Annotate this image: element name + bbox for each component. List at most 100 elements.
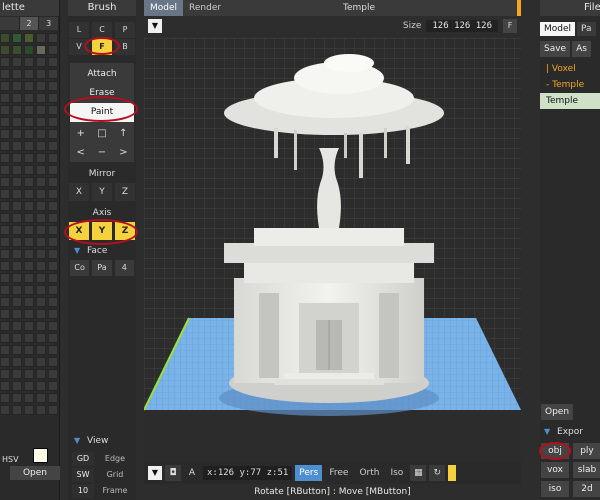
palette-swatch[interactable] (36, 105, 46, 115)
palette-swatch[interactable] (12, 333, 22, 343)
palette-swatch[interactable] (36, 261, 46, 271)
tree-item-voxel[interactable]: | Voxel (540, 61, 600, 77)
palette-swatch[interactable] (36, 201, 46, 211)
palette-swatch[interactable] (12, 117, 22, 127)
palette-swatch[interactable] (36, 141, 46, 151)
palette-swatch[interactable] (12, 405, 22, 415)
palette-swatch[interactable] (12, 141, 22, 151)
palette-swatch[interactable] (0, 225, 10, 235)
chevron-right-icon[interactable]: > (113, 143, 134, 162)
palette-swatch[interactable] (0, 321, 10, 331)
palette-swatch[interactable] (12, 105, 22, 115)
palette-swatch[interactable] (48, 57, 58, 67)
palette-swatch[interactable] (12, 45, 22, 55)
palette-swatch[interactable] (36, 93, 46, 103)
palette-swatch[interactable] (0, 273, 10, 283)
palette-swatch[interactable] (12, 345, 22, 355)
save-as-button[interactable]: As (572, 41, 591, 57)
palette-swatch[interactable] (48, 321, 58, 331)
palette-swatch[interactable] (48, 81, 58, 91)
palette-swatch[interactable] (0, 357, 10, 367)
palette-swatch[interactable] (24, 237, 34, 247)
view-row-grid[interactable]: SW Grid (72, 468, 134, 482)
tree-item-temple[interactable]: Temple (540, 93, 600, 109)
palette-swatch[interactable] (24, 225, 34, 235)
palette-swatch[interactable] (24, 357, 34, 367)
projection-iso[interactable]: Iso (386, 465, 407, 481)
palette-swatch[interactable] (24, 81, 34, 91)
palette-swatch[interactable] (12, 357, 22, 367)
palette-swatch[interactable] (24, 273, 34, 283)
palette-swatch[interactable] (12, 33, 22, 43)
size-input[interactable]: 126 126 126 (426, 20, 498, 32)
palette-swatch[interactable] (0, 213, 10, 223)
palette-swatch[interactable] (24, 345, 34, 355)
palette-swatch[interactable] (0, 153, 10, 163)
dropdown-triangle-icon[interactable]: ▼ (148, 19, 162, 33)
grid-view-icon[interactable]: ▦ (410, 465, 427, 481)
palette-swatch[interactable] (12, 93, 22, 103)
palette-swatch[interactable] (0, 393, 10, 403)
palette-swatch[interactable] (48, 345, 58, 355)
file-open-button[interactable]: Open (541, 404, 574, 420)
brush-mode-l[interactable]: L (69, 22, 89, 38)
palette-swatch[interactable] (36, 213, 46, 223)
palette-swatch[interactable] (36, 177, 46, 187)
tool-paint-button[interactable]: Paint (70, 103, 134, 122)
palette-swatch[interactable] (12, 153, 22, 163)
palette-swatch[interactable] (48, 225, 58, 235)
palette-swatch[interactable] (12, 69, 22, 79)
palette-swatch[interactable] (36, 393, 46, 403)
palette-swatch[interactable] (0, 117, 10, 127)
palette-swatch[interactable] (24, 165, 34, 175)
projection-pers[interactable]: Pers (295, 465, 323, 481)
palette-swatch[interactable] (0, 129, 10, 139)
palette-swatch[interactable] (36, 381, 46, 391)
palette-swatch[interactable] (36, 369, 46, 379)
palette-swatch[interactable] (36, 69, 46, 79)
palette-swatch[interactable] (36, 57, 46, 67)
palette-swatch[interactable] (0, 81, 10, 91)
palette-swatch[interactable] (36, 45, 46, 55)
palette-swatch[interactable] (48, 369, 58, 379)
palette-swatch[interactable] (24, 309, 34, 319)
palette-swatch[interactable] (36, 309, 46, 319)
palette-swatch[interactable] (12, 129, 22, 139)
palette-swatch[interactable] (12, 261, 22, 271)
palette-swatch[interactable] (12, 57, 22, 67)
palette-swatch[interactable] (12, 369, 22, 379)
minus-icon[interactable]: − (91, 143, 112, 162)
palette-swatch[interactable] (36, 189, 46, 199)
palette-swatch[interactable] (36, 321, 46, 331)
palette-swatch[interactable] (24, 213, 34, 223)
palette-swatch[interactable] (48, 273, 58, 283)
color-indicator[interactable] (448, 465, 457, 481)
palette-swatch[interactable] (48, 201, 58, 211)
palette-swatch[interactable] (0, 345, 10, 355)
palette-swatch[interactable] (24, 69, 34, 79)
axis-x-button[interactable]: X (69, 222, 89, 240)
palette-swatch[interactable] (36, 81, 46, 91)
palette-tab-1[interactable] (0, 17, 20, 30)
palette-swatch[interactable] (12, 225, 22, 235)
palette-swatch[interactable] (48, 381, 58, 391)
file-tab-model[interactable]: Model (540, 22, 576, 36)
palette-swatch[interactable] (24, 285, 34, 295)
palette-swatch[interactable] (24, 261, 34, 271)
palette-swatch[interactable] (12, 201, 22, 211)
palette-swatch[interactable] (0, 237, 10, 247)
palette-swatch[interactable] (48, 309, 58, 319)
tool-attach-button[interactable]: Attach (70, 65, 134, 84)
palette-swatch[interactable] (24, 201, 34, 211)
palette-swatch[interactable] (36, 225, 46, 235)
palette-swatch[interactable] (24, 393, 34, 403)
palette-swatch[interactable] (48, 141, 58, 151)
palette-swatch[interactable] (48, 129, 58, 139)
face-co-button[interactable]: Co (70, 260, 90, 276)
palette-swatch[interactable] (12, 165, 22, 175)
brush-mode-c[interactable]: C (92, 22, 112, 38)
palette-swatch[interactable] (0, 45, 10, 55)
mirror-y-button[interactable]: Y (92, 183, 112, 201)
palette-tab-3[interactable]: 3 (39, 17, 60, 30)
save-button[interactable]: Save (540, 41, 571, 57)
